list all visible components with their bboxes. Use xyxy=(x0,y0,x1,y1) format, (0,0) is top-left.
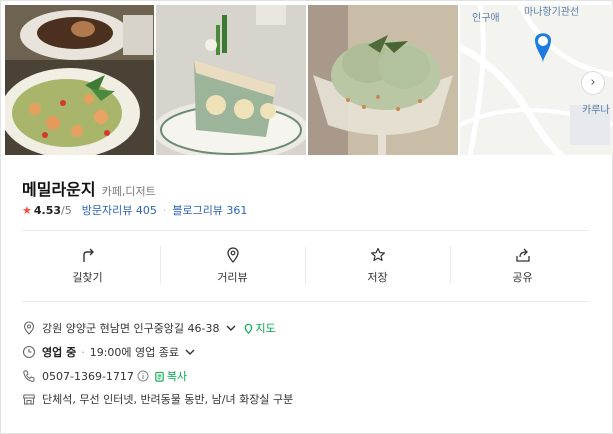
phone-row: 0507-1369-1717 복사 xyxy=(22,368,187,384)
save-button[interactable]: 저장 xyxy=(305,240,450,292)
blog-reviews-link[interactable]: 블로그리뷰 361 xyxy=(172,202,247,218)
photo-cake[interactable] xyxy=(156,5,306,155)
directions-label: 길찾기 xyxy=(72,271,103,284)
closing-time[interactable]: 19:00에 영업 종료 xyxy=(90,344,179,360)
rating-score: 4.53 xyxy=(33,203,62,217)
address-row: 강원 양양군 현남면 인구중앙길 46-38 지도 xyxy=(22,320,276,336)
star-icon: ★ xyxy=(22,203,32,217)
amenities-text: 단체석, 무선 인터넷, 반려동물 동반, 남/녀 화장실 구분 xyxy=(42,393,294,406)
copy-icon xyxy=(155,371,164,382)
clock-icon xyxy=(22,345,36,359)
share-label: 공유 xyxy=(512,271,533,284)
map-label: 인구애 xyxy=(472,13,500,24)
rating-row: ★ 4.53 /5 방문자리뷰 405 · 블로그리뷰 361 xyxy=(22,202,247,218)
directions-icon xyxy=(82,248,94,262)
address-text[interactable]: 강원 양양군 현남면 인구중앙길 46-38 xyxy=(42,320,220,336)
map-link[interactable]: 지도 xyxy=(243,320,276,336)
green-pin-icon xyxy=(244,323,252,334)
rating-max: /5 xyxy=(61,203,72,217)
share-icon xyxy=(515,248,530,262)
pin-icon xyxy=(226,247,239,263)
directions-button[interactable]: 길찾기 xyxy=(15,240,160,292)
store-icon xyxy=(22,394,36,405)
save-label: 저장 xyxy=(367,271,388,284)
chevron-right-icon[interactable]: › xyxy=(581,71,605,95)
hours-row: 영업 중 · 19:00에 영업 종료 xyxy=(22,344,196,360)
photo-dessert-glass[interactable] xyxy=(308,5,458,155)
map-label: 마나항기관선 xyxy=(524,7,580,18)
phone-number[interactable]: 0507-1369-1717 xyxy=(42,370,134,383)
map-thumbnail[interactable]: 인구애 마나항기관선 카루나 › xyxy=(460,5,613,155)
map-label: 카루나 xyxy=(582,105,610,116)
chevron-down-icon[interactable] xyxy=(184,346,196,358)
phone-icon xyxy=(23,370,35,382)
street-view-label: 거리뷰 xyxy=(217,271,248,284)
amenities-row: 단체석, 무선 인터넷, 반려동물 동반, 남/녀 화장실 구분 xyxy=(22,391,293,407)
location-icon xyxy=(23,321,35,335)
map-link-label: 지도 xyxy=(255,322,276,335)
chevron-down-icon[interactable] xyxy=(225,322,237,334)
info-icon[interactable] xyxy=(137,370,149,382)
separator-dot: · xyxy=(81,345,85,359)
divider xyxy=(22,230,589,231)
divider xyxy=(22,301,589,302)
street-view-button[interactable]: 거리뷰 xyxy=(160,240,305,292)
action-bar: 길찾기 거리뷰 저장 공유 xyxy=(15,240,595,292)
place-category: 카페,디저트 xyxy=(101,185,156,198)
business-status: 영업 중 xyxy=(42,346,77,359)
visitor-reviews-link[interactable]: 방문자리뷰 405 xyxy=(82,202,157,218)
place-name[interactable]: 메밀라운지 xyxy=(22,176,96,200)
title-row: 메밀라운지 카페,디저트 xyxy=(22,176,156,200)
star-icon xyxy=(370,247,385,261)
photo-food-plate[interactable] xyxy=(5,5,154,155)
share-button[interactable]: 공유 xyxy=(450,240,595,292)
copy-label: 복사 xyxy=(166,370,188,383)
photo-strip[interactable]: 인구애 마나항기관선 카루나 › xyxy=(5,5,613,155)
separator-dot: · xyxy=(162,203,167,217)
copy-button[interactable]: 복사 xyxy=(154,368,187,384)
